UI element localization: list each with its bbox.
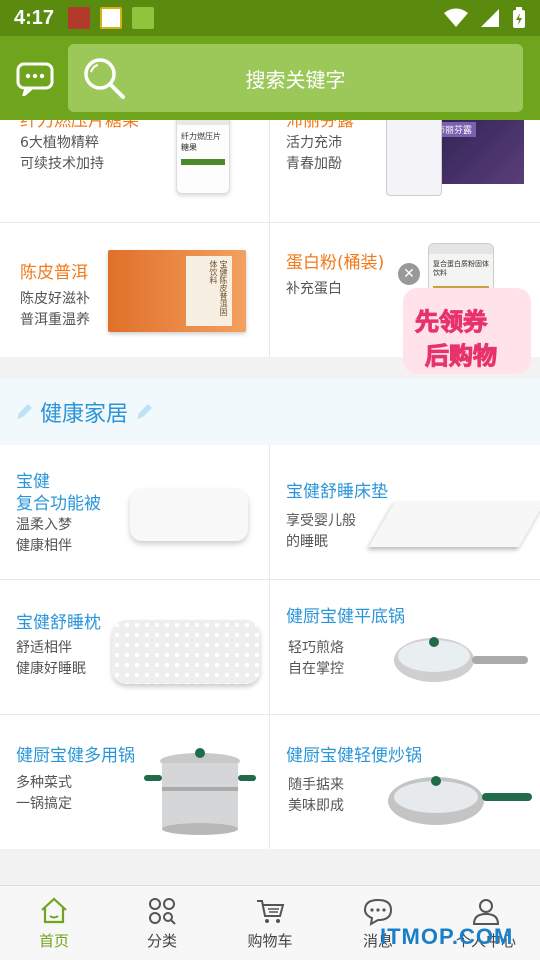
home-products-grid: 宝健 复合功能被 温柔入梦 健康相伴 宝健舒睡床垫 享受婴儿般 的睡眠 宝健舒睡…	[0, 445, 540, 849]
user-icon	[472, 898, 500, 925]
product-card[interactable]: 宝健 复合功能被 温柔入梦 健康相伴	[0, 445, 269, 579]
product-box-label: 宝健陈皮普洱固体饮料	[186, 256, 232, 326]
coupon-text: 先领券	[415, 308, 488, 337]
product-card[interactable]: 宝健舒睡枕 舒适相伴 健康好睡眠	[0, 580, 269, 714]
product-image	[388, 776, 532, 825]
product-subtitle: 健康相伴	[16, 538, 72, 554]
product-subtitle: 自在掌控	[288, 661, 344, 677]
status-time: 4:17	[14, 6, 55, 29]
product-subtitle: 青春加酚	[286, 156, 342, 172]
product-title: 健厨宝健多用锅	[16, 746, 135, 766]
product-subtitle: 多种菜式	[16, 775, 72, 791]
message-icon	[363, 898, 393, 926]
battery-icon	[513, 7, 525, 28]
product-card[interactable]: 纤力燃压片糖果 6大植物精粹 可续技术加持 纤力燃压片糖果	[0, 120, 269, 222]
category-icon	[149, 897, 176, 925]
product-subtitle: 可续技术加持	[20, 156, 104, 172]
status-bar: 4:17	[0, 0, 540, 36]
product-title: 沛丽芬露	[286, 120, 354, 131]
search-input[interactable]: 搜索关键字	[68, 44, 523, 112]
product-subtitle: 健康好睡眠	[16, 661, 86, 677]
chat-button[interactable]	[16, 62, 54, 100]
product-title: 健厨宝健轻便炒锅	[286, 746, 422, 766]
product-title: 蛋白粉(桶装)	[286, 253, 385, 273]
nav-label: 购物车	[247, 931, 293, 950]
pencil-icon	[17, 404, 32, 419]
section-title: 健康家居	[40, 402, 129, 427]
product-image	[112, 620, 260, 684]
product-image	[394, 637, 528, 682]
product-title: 宝健	[16, 472, 50, 492]
wifi-icon	[444, 8, 468, 27]
watermark: ITMOP.COM	[380, 924, 514, 949]
app-notification-icon	[132, 7, 155, 29]
product-card[interactable]: 健厨宝健平底锅 轻巧煎烙 自在掌控	[270, 580, 540, 714]
product-card[interactable]: 健厨宝健轻便炒锅 随手掂来 美味即成	[270, 715, 540, 849]
chat-bubble-icon	[16, 62, 54, 100]
home-icon	[41, 897, 67, 923]
main-content[interactable]: 纤力燃压片糖果 6大植物精粹 可续技术加持 纤力燃压片糖果 沛丽芬露 活力充沛 …	[0, 120, 540, 885]
product-title: 健厨宝健平底锅	[286, 607, 405, 627]
product-subtitle: 享受婴儿般	[286, 513, 356, 529]
product-image	[368, 501, 540, 547]
cart-icon	[257, 899, 285, 923]
product-subtitle: 普洱重温养	[20, 312, 90, 328]
nav-category[interactable]: 分类	[108, 886, 216, 960]
coupon-banner[interactable]: 先领券 后购物	[397, 280, 537, 380]
product-title: 纤力燃压片糖果	[20, 120, 139, 131]
product-subtitle: 6大植物精粹	[20, 135, 99, 151]
product-title: 宝健舒睡床垫	[286, 482, 388, 502]
product-subtitle: 随手掂来	[288, 777, 344, 793]
app-notification-icon	[68, 7, 91, 29]
product-image	[130, 489, 248, 541]
product-subtitle: 轻巧煎烙	[288, 640, 344, 656]
product-subtitle: 的睡眠	[286, 534, 328, 550]
product-bottle	[386, 120, 442, 196]
nav-label: 分类	[146, 931, 177, 950]
product-card[interactable]: 沛丽芬露 活力充沛 青春加酚 沛丽芬露	[270, 120, 540, 222]
pencil-icon	[137, 404, 153, 419]
coupon-text: 后购物	[425, 342, 498, 371]
cellular-icon	[481, 9, 499, 27]
product-box-label: 纤力燃压片糖果	[181, 132, 221, 152]
section-header: 健康家居	[0, 379, 540, 445]
product-card[interactable]: 陈皮普洱 陈皮好滋补 普洱重温养 宝健陈皮普洱固体饮料	[0, 223, 269, 357]
product-image	[144, 748, 256, 835]
product-subtitle: 舒适相伴	[16, 640, 72, 656]
product-subtitle: 活力充沛	[286, 135, 342, 151]
product-title: 复合功能被	[16, 494, 101, 514]
product-title: 陈皮普洱	[20, 263, 88, 283]
app-header: 搜索关键字	[0, 36, 540, 120]
product-subtitle: 温柔入梦	[16, 517, 72, 533]
product-card[interactable]: 宝健舒睡床垫 享受婴儿般 的睡眠	[270, 445, 540, 579]
nav-label: 首页	[38, 931, 69, 950]
app-notification-icon	[100, 7, 123, 29]
product-image: 宝健陈皮普洱固体饮料	[108, 250, 246, 332]
product-subtitle: 补充蛋白	[286, 281, 342, 297]
nav-home[interactable]: 首页	[0, 886, 108, 960]
nav-cart[interactable]: 购物车	[216, 886, 324, 960]
search-placeholder: 搜索关键字	[245, 67, 346, 92]
product-image: 纤力燃压片糖果	[176, 120, 230, 194]
product-title: 宝健舒睡枕	[16, 613, 101, 633]
product-subtitle: 陈皮好滋补	[20, 291, 90, 307]
product-card[interactable]: 健厨宝健多用锅 多种菜式 一锅搞定	[0, 715, 269, 849]
product-subtitle: 美味即成	[288, 798, 344, 814]
product-subtitle: 一锅搞定	[16, 796, 72, 812]
